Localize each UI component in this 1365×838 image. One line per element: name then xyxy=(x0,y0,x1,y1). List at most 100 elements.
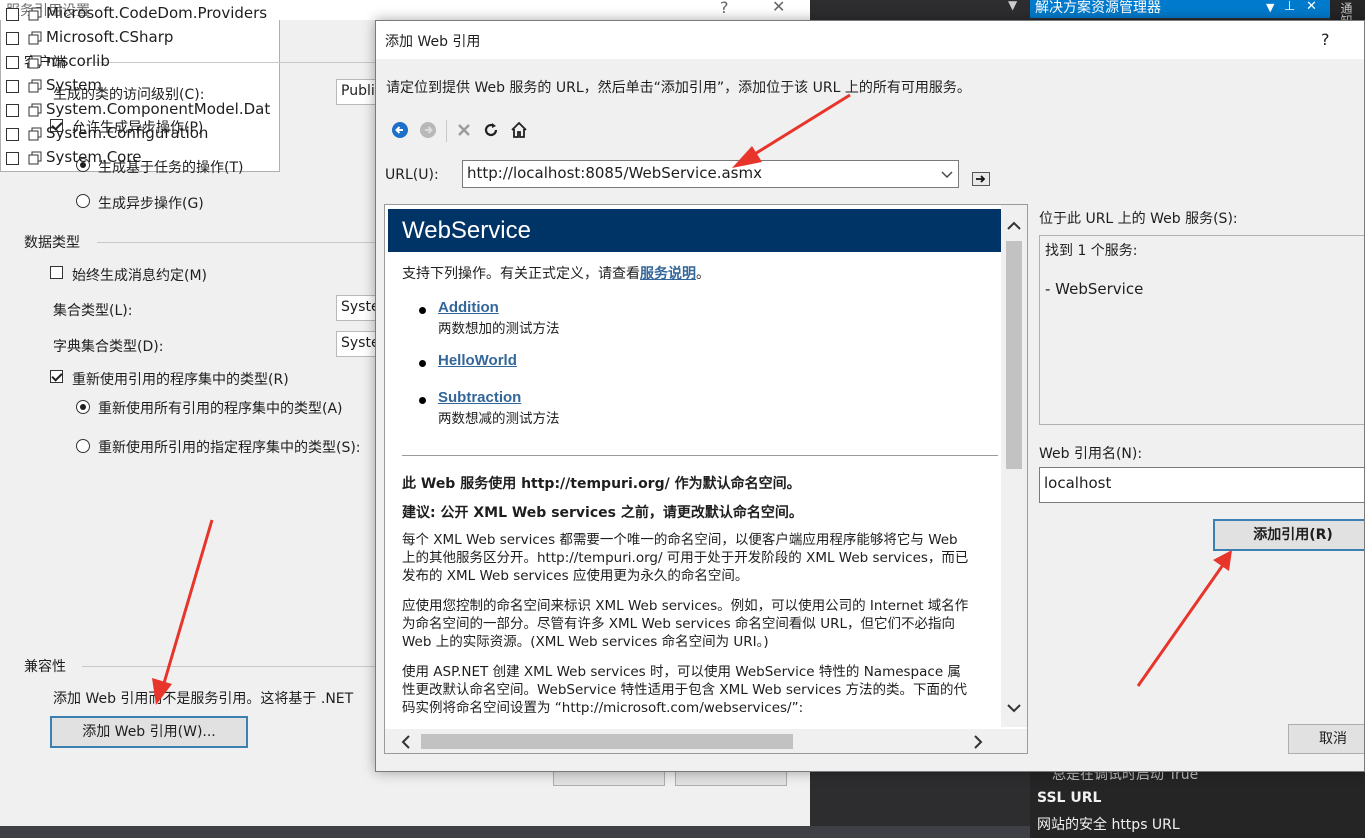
assembly-icon xyxy=(28,103,42,117)
data-type-section-divider xyxy=(97,242,382,243)
forward-icon[interactable] xyxy=(418,120,438,140)
assembly-icon xyxy=(28,31,42,45)
bullet-icon xyxy=(419,360,426,367)
url-input[interactable]: http://localhost:8085/WebService.asmx xyxy=(462,160,959,188)
assembly-checkbox[interactable] xyxy=(6,80,19,93)
operation-desc: 两数想减的测试方法 xyxy=(438,411,560,427)
dict-collection-type-label: 字典集合类型(D): xyxy=(53,339,164,355)
vs-status-bar xyxy=(0,826,1030,838)
url-label: URL(U): xyxy=(385,167,439,183)
home-icon[interactable] xyxy=(509,120,529,140)
add-web-reference-button[interactable]: 添加 Web 引用(W)... xyxy=(50,716,248,748)
assembly-name: Microsoft.CSharp xyxy=(46,28,174,46)
compat-section-label: 兼容性 xyxy=(24,659,66,675)
paragraph-line: Web 上的实际资源。(XML Web services 命名空间为 URI。) xyxy=(402,634,769,650)
paragraph-line: 性更改默认命名空间。WebService 特性适用于包含 XML Web ser… xyxy=(402,682,968,698)
assembly-icon xyxy=(28,79,42,93)
vertical-scroll-thumb[interactable] xyxy=(1006,241,1022,469)
bg-help-icon[interactable]: ? xyxy=(720,0,729,17)
add-web-reference-dialog: 添加 Web 引用 ? 请定位到提供 Web 服务的 URL，然后单击“添加引用… xyxy=(375,20,1365,772)
panel-menu-icon[interactable]: ▼ xyxy=(1266,0,1274,16)
services-result-box: 找到 1 个服务: - WebService xyxy=(1039,235,1364,425)
async-ops-radio[interactable] xyxy=(76,194,90,208)
data-type-section-label: 数据类型 xyxy=(24,235,80,251)
props-ssl-desc: 网站的安全 https URL xyxy=(1037,817,1180,833)
assembly-name: mscorlib xyxy=(46,52,110,70)
assembly-checkbox[interactable] xyxy=(6,104,19,117)
help-icon[interactable]: ? xyxy=(1321,30,1330,49)
operation-link-helloworld[interactable]: HelloWorld xyxy=(438,352,517,369)
ref-name-input[interactable]: localhost xyxy=(1039,467,1364,503)
dialog-titlebar: 添加 Web 引用 ? xyxy=(376,21,1364,59)
operation-link-subtraction[interactable]: Subtraction xyxy=(438,389,521,406)
assembly-icon xyxy=(28,127,42,141)
back-icon[interactable] xyxy=(390,120,410,140)
operations-intro: 支持下列操作。有关正式定义，请查看服务说明。 xyxy=(402,263,710,283)
assembly-name: System.Core xyxy=(46,148,142,166)
assembly-checkbox[interactable] xyxy=(6,8,19,21)
async-ops-label: 生成异步操作(G) xyxy=(98,196,204,212)
url-dropdown-chevron-icon[interactable] xyxy=(939,166,955,182)
collection-type-label: 集合类型(L): xyxy=(53,303,133,319)
dialog-cancel-button[interactable]: 取消 xyxy=(1288,724,1364,754)
reuse-all-radio[interactable] xyxy=(76,400,90,414)
always-msg-contract-label: 始终生成消息约定(M) xyxy=(72,268,208,284)
service-description-link[interactable]: 服务说明 xyxy=(640,266,696,282)
namespace-notice: 此 Web 服务使用 http://tempuri.org/ 作为默认命名空间。 xyxy=(402,476,801,492)
assembly-checkbox[interactable] xyxy=(6,128,19,141)
solution-explorer-title: 解决方案资源管理器 ▼ ⊥ ✕ xyxy=(1030,0,1330,18)
paragraph-line: 上的其他服务区分开。http://tempuri.org/ 可用于处于开发阶段的… xyxy=(402,550,969,566)
bullet-icon xyxy=(419,397,426,404)
scroll-left-chevron-icon[interactable] xyxy=(399,735,413,749)
bullet-icon xyxy=(419,307,426,314)
paragraph-line: 每个 XML Web services 都需要一个唯一的命名空间，以便客户端应用… xyxy=(402,532,958,548)
assembly-checkbox[interactable] xyxy=(6,56,19,69)
assembly-icon xyxy=(28,55,42,69)
reuse-specified-radio[interactable] xyxy=(76,439,90,453)
assembly-checkbox[interactable] xyxy=(6,152,19,165)
scroll-up-chevron-icon[interactable] xyxy=(1006,219,1022,233)
toolbar-separator xyxy=(446,120,447,142)
services-found-text: 找到 1 个服务: xyxy=(1045,243,1138,259)
services-label: 位于此 URL 上的 Web 服务(S): xyxy=(1039,211,1238,227)
solution-explorer-title-text: 解决方案资源管理器 xyxy=(1035,0,1161,16)
operation-desc: 两数想加的测试方法 xyxy=(438,321,560,337)
stop-icon[interactable] xyxy=(454,120,474,140)
reuse-all-label: 重新使用所有引用的程序集中的类型(A) xyxy=(98,401,343,417)
service-item: - WebService xyxy=(1045,280,1144,298)
paragraph-line: 发布的 XML Web services 应使用更为永久的命名空间。 xyxy=(402,568,749,584)
assembly-icon xyxy=(28,151,42,165)
scroll-right-chevron-icon[interactable] xyxy=(971,735,985,749)
horizontal-scroll-thumb[interactable] xyxy=(421,734,793,749)
intro-suffix: 。 xyxy=(696,266,710,282)
panel-close-icon[interactable]: ✕ xyxy=(1306,0,1317,15)
pin-icon[interactable]: ⊥ xyxy=(1284,0,1295,15)
compat-description: 添加 Web 引用而不是服务引用。这将基于 .NET xyxy=(53,691,354,707)
dropdown-chevron-icon[interactable]: ▼ xyxy=(1008,0,1017,12)
go-arrow-icon[interactable] xyxy=(972,172,990,186)
bg-close-icon[interactable]: ✕ xyxy=(772,0,785,16)
namespace-advice: 建议: 公开 XML Web services 之前，请更改默认命名空间。 xyxy=(402,505,803,521)
paragraph-line: 为命名空间的一部分。尽管有许多 XML Web services 命名空间看似 … xyxy=(402,616,955,632)
webservice-header: WebService xyxy=(388,209,1001,252)
scroll-down-chevron-icon[interactable] xyxy=(1006,701,1022,715)
dialog-title: 添加 Web 引用 xyxy=(385,34,481,50)
operation-link-addition[interactable]: Addition xyxy=(438,299,499,316)
compat-section-divider xyxy=(82,666,382,667)
reuse-types-label: 重新使用引用的程序集中的类型(R) xyxy=(72,372,289,388)
reuse-types-checkbox[interactable] xyxy=(50,370,63,383)
assembly-name: Microsoft.CodeDom.Providers xyxy=(46,4,268,22)
content-divider xyxy=(402,455,998,456)
instruction-text: 请定位到提供 Web 服务的 URL，然后单击“添加引用”，添加位于该 URL … xyxy=(386,80,971,96)
refresh-icon[interactable] xyxy=(481,120,501,140)
assembly-name: System.Configuration xyxy=(46,124,209,142)
ref-name-label: Web 引用名(N): xyxy=(1039,446,1143,462)
add-reference-button[interactable]: 添加引用(R) xyxy=(1213,519,1364,551)
client-section-divider xyxy=(82,62,382,63)
paragraph-line: 应使用您控制的命名空间来标识 XML Web services。例如，可以使用公… xyxy=(402,598,969,614)
assembly-checkbox[interactable] xyxy=(6,32,19,45)
paragraph-line: 码实例将命名空间设置为 “http://microsoft.com/webser… xyxy=(402,700,804,716)
assembly-name: System.ComponentModel.Dat xyxy=(46,100,271,118)
service-browser-pane[interactable]: WebService 支持下列操作。有关正式定义，请查看服务说明。 Additi… xyxy=(384,204,1028,754)
always-msg-contract-checkbox[interactable] xyxy=(50,266,63,279)
